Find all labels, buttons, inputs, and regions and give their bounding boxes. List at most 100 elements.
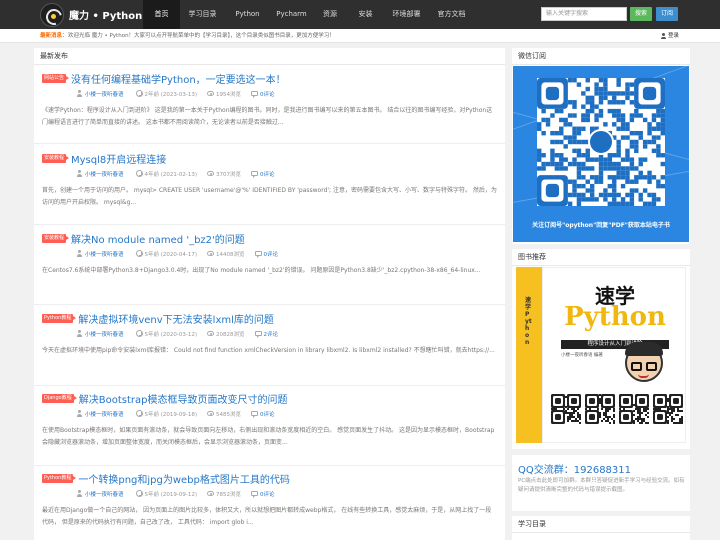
book-cover-image[interactable]: 速学Python 速学 Python 程序设计从入门到进阶 小楼一夜听春语 编著 <box>516 267 686 443</box>
latest-posts-heading: 最新发布 <box>34 48 505 65</box>
search-input[interactable]: 输入关键字搜索 <box>541 7 627 21</box>
wechat-qr-card: 关注订阅号"opython"回复"PDF"获取本站电子书 <box>513 66 689 242</box>
post-category-tag[interactable]: Python教程 <box>42 473 77 483</box>
nav-home[interactable]: 首页 <box>143 0 180 29</box>
logo-text: 魔力 • Python <box>69 11 143 22</box>
post-time: 5年前 (2020-03-12) <box>144 331 198 338</box>
post-comments[interactable]: 0评论 <box>264 250 279 258</box>
post-meta: 小楼一夜听春语 5年前 (2019-09-12) 7852浏览 0评论 <box>76 489 275 498</box>
post-category-tag[interactable]: 网站公告 <box>42 73 70 83</box>
book-front-cover: 速学 Python 程序设计从入门到进阶 小楼一夜听春语 编著 <box>542 267 686 443</box>
nav-official-docs[interactable]: 官方文档 <box>429 0 474 29</box>
post-excerpt: 在Centos7.6系统中部署Python3.8+Django3.0.4时，出现… <box>42 267 481 274</box>
eye-icon <box>207 491 215 496</box>
comment-icon <box>251 411 259 418</box>
eye-icon <box>207 411 215 416</box>
qq-group-widget: QQ交流群：192688311 PC端点击此处即可加群。本群只答疑促进新手学习与… <box>512 455 690 511</box>
post-views: 5485浏览 <box>216 411 242 418</box>
post-views: 1954浏览 <box>216 91 242 98</box>
post-comments[interactable]: 0评论 <box>260 410 275 418</box>
top-navbar: 魔力 • Python 首页 学习目录 Python Pycharm 资源 安装… <box>0 0 720 29</box>
author-icon <box>76 490 83 497</box>
post-comments[interactable]: 0评论 <box>260 170 275 178</box>
nav-pycharm[interactable]: Pycharm <box>270 0 313 29</box>
wechat-qr-code <box>537 78 665 206</box>
post-author[interactable]: 小楼一夜听春语 <box>85 410 124 418</box>
post-category-tag[interactable]: 安装教程 <box>42 233 70 243</box>
post-excerpt: 最近在用Django做一个自己的网站， 因为页面上的图片比较多，体积又大，所以就… <box>42 507 492 526</box>
login-label: 登录 <box>668 33 680 39</box>
post-meta: 小楼一夜听春语 4年前 (2021-02-13) 3707浏览 0评论 <box>76 169 275 178</box>
comment-icon <box>254 251 262 258</box>
nav-python[interactable]: Python <box>225 0 270 29</box>
post-excerpt: 今天在虚拟环境中使用pip命令安装lxml库报错： Could not find… <box>42 347 495 354</box>
wechat-qr-caption: 关注订阅号"opython"回复"PDF"获取本站电子书 <box>532 222 670 229</box>
cartoon-author-icon <box>625 342 663 382</box>
post-comments[interactable]: 0评论 <box>260 90 275 98</box>
comment-icon <box>251 171 259 178</box>
post-author[interactable]: 小楼一夜听春语 <box>85 250 124 258</box>
post-title-link[interactable]: 没有任何编程基础学Python，一定要选这一本！ <box>71 71 286 86</box>
post-author[interactable]: 小楼一夜听春语 <box>85 170 124 178</box>
login-link[interactable]: 登录 <box>660 29 679 43</box>
post-comments[interactable]: 0评论 <box>260 490 275 498</box>
author-icon <box>76 170 83 177</box>
eye-icon <box>207 331 215 336</box>
clock-icon <box>135 90 143 97</box>
qq-group-title[interactable]: QQ交流群：192688311 <box>518 461 631 476</box>
learning-index-widget: 学习目录 <box>512 516 690 540</box>
python-logo-icon <box>40 2 64 27</box>
latest-posts-panel: 最新发布 网站公告 没有任何编程基础学Python，一定要选这一本！ 小楼一夜听… <box>34 48 505 540</box>
site-logo[interactable]: 魔力 • Python <box>40 2 143 27</box>
book-heading: 图书推荐 <box>512 249 690 266</box>
post-meta: 小楼一夜听春语 2年前 (2023-03-13) 1954浏览 0评论 <box>76 89 275 98</box>
post-time: 5年前 (2019-09-12) <box>144 491 198 498</box>
book-qr-code-icon <box>653 394 683 424</box>
post-time: 5年前 (2020-04-17) <box>144 251 198 258</box>
eye-icon <box>207 91 215 96</box>
post-title-link[interactable]: Mysql8开启远程连接 <box>71 151 166 166</box>
post-author[interactable]: 小楼一夜听春语 <box>85 490 124 498</box>
post-views: 14408浏览 <box>216 251 245 258</box>
book-recommend-widget: 图书推荐 速学Python 速学 Python 程序设计从入门到进阶 小楼一夜听… <box>512 249 690 449</box>
book-qr-code-icon <box>585 394 615 424</box>
post-comments[interactable]: 2评论 <box>264 330 279 338</box>
post-excerpt: 首先，创建一个用于访问的用户。 mysql> CREATE USER 'user… <box>42 187 497 206</box>
post-title-link[interactable]: 一个转换png和jpg为webp格式图片工具的代码 <box>78 471 290 486</box>
eye-icon <box>207 171 215 176</box>
notice-bar: 最新消息： 欢迎光临 魔力 • Python！大家可以点开导航菜单中的【学习目录… <box>0 29 720 43</box>
clock-icon <box>135 250 143 257</box>
book-spine: 速学Python <box>516 267 542 443</box>
post-category-tag[interactable]: Django教程 <box>42 393 77 403</box>
author-icon <box>76 330 83 337</box>
post-item: 安装教程 Mysql8开启远程连接 小楼一夜听春语 4年前 (2021-02-1… <box>34 152 505 225</box>
post-title-link[interactable]: 解决No module named '_bz2'的问题 <box>71 231 245 246</box>
eye-icon <box>207 251 215 256</box>
post-title-link[interactable]: 解决Bootstrap模态框导致页面改变尺寸的问题 <box>79 391 288 406</box>
post-category-tag[interactable]: Python教程 <box>42 313 77 323</box>
user-icon <box>660 33 666 39</box>
nav-learning-index[interactable]: 学习目录 <box>180 0 225 29</box>
post-author[interactable]: 小楼一夜听春语 <box>85 330 124 338</box>
subscribe-button[interactable]: 订阅 <box>656 7 678 21</box>
post-author[interactable]: 小楼一夜听春语 <box>85 90 124 98</box>
nav-env-deploy[interactable]: 环境部署 <box>384 0 429 29</box>
post-meta: 小楼一夜听春语 5年前 (2019-09-18) 5485浏览 0评论 <box>76 409 275 418</box>
post-item: 安装教程 解决No module named '_bz2'的问题 小楼一夜听春语… <box>34 232 505 305</box>
search-button[interactable]: 搜索 <box>630 7 652 21</box>
post-item: Django教程 解决Bootstrap模态框导致页面改变尺寸的问题 小楼一夜听… <box>34 392 505 466</box>
book-qr-code-icon <box>619 394 649 424</box>
author-icon <box>76 250 83 257</box>
post-views: 3707浏览 <box>216 171 242 178</box>
clock-icon <box>135 170 143 177</box>
clock-icon <box>135 410 143 417</box>
notice-label: 最新消息： <box>40 33 68 39</box>
comment-icon <box>251 91 259 98</box>
book-title-en: Python <box>564 302 666 332</box>
post-meta: 小楼一夜听春语 5年前 (2020-03-12) 20828浏览 2评论 <box>76 329 278 338</box>
post-category-tag[interactable]: 安装教程 <box>42 153 70 163</box>
nav-install[interactable]: 安装 <box>347 0 384 29</box>
nav-resources[interactable]: 资源 <box>313 0 347 29</box>
post-time: 2年前 (2023-03-13) <box>144 91 198 98</box>
post-title-link[interactable]: 解决虚拟环境venv下无法安装lxml库的问题 <box>78 311 274 326</box>
